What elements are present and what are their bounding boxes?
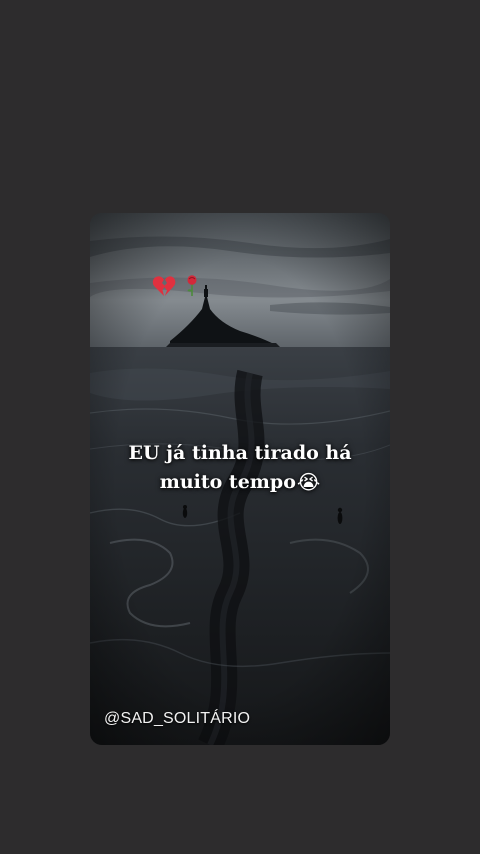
sticker-group — [152, 273, 198, 299]
caption-line-2-text: muito tempo — [159, 471, 296, 493]
caption-line-2: muito tempo😭 — [90, 468, 390, 497]
caption-line-1: EU já tinha tirado há — [128, 442, 352, 464]
story-screen: EU já tinha tirado há muito tempo😭 @SAD_… — [0, 0, 480, 854]
story-caption: EU já tinha tirado há muito tempo😭 — [90, 439, 390, 497]
creator-watermark: @SAD_SOLITÁRIO — [104, 710, 251, 727]
crying-face-emoji-icon: 😭 — [296, 470, 321, 494]
broken-heart-icon — [152, 275, 176, 297]
story-video-card[interactable]: EU já tinha tirado há muito tempo😭 @SAD_… — [90, 213, 390, 745]
rose-icon — [186, 275, 198, 297]
